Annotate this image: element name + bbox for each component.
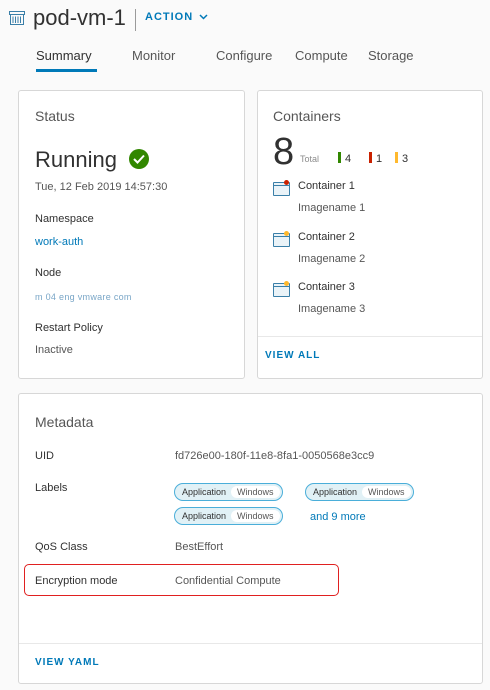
encryption-mode-label: Encryption mode [35, 575, 118, 587]
label-chip[interactable]: Application Windows [305, 483, 414, 501]
container-image: Imagename 3 [298, 303, 366, 315]
uid-label: UID [35, 450, 54, 462]
label-chip-key: Application [182, 511, 227, 521]
namespace-link[interactable]: work-auth [35, 236, 83, 248]
error-bar-icon [369, 152, 372, 163]
tab-monitor[interactable]: Monitor [132, 48, 175, 63]
chevron-down-icon [199, 11, 208, 23]
page-title: pod-vm-1 [33, 5, 126, 30]
label-chip-key: Application [182, 487, 227, 497]
container-icon [273, 180, 290, 196]
error-status-dot [284, 180, 289, 185]
label-chip-value: Windows [362, 486, 411, 498]
label-chip[interactable]: Application Windows [174, 507, 283, 525]
qos-class-value: BestEffort [175, 541, 224, 553]
container-name[interactable]: Container 1 [298, 180, 355, 192]
container-name[interactable]: Container 3 [298, 281, 355, 293]
qos-class-label: QoS Class [35, 541, 88, 553]
label-chip-value: Windows [231, 486, 280, 498]
container-name[interactable]: Container 2 [298, 231, 355, 243]
namespace-label: Namespace [35, 213, 94, 225]
warning-count: 3 [395, 152, 408, 165]
encryption-mode-value: Confidential Compute [175, 575, 281, 587]
containers-card-title: Containers [273, 108, 341, 124]
node-label: Node [35, 267, 62, 279]
containers-total-count: 8 [273, 131, 295, 173]
metadata-card: Metadata UID fd726e00-180f-11e8-8fa1-005… [18, 393, 483, 684]
metadata-card-title: Metadata [35, 414, 94, 430]
error-count: 1 [369, 152, 382, 165]
warning-status-dot [284, 281, 289, 286]
container-icon [273, 231, 290, 247]
warning-status-dot [284, 231, 289, 236]
container-image: Imagename 2 [298, 253, 366, 265]
status-card-title: Status [35, 108, 75, 124]
warning-count-value: 3 [402, 153, 409, 165]
label-chip-key: Application [313, 487, 358, 497]
metadata-footer-divider [19, 643, 482, 644]
restart-policy-value: Inactive [35, 344, 73, 356]
tab-compute[interactable]: Compute [295, 48, 348, 63]
tab-bar: Summary Monitor Configure Compute Storag… [0, 40, 490, 72]
node-link[interactable]: m 04 eng vmware com [35, 292, 132, 302]
tab-storage[interactable]: Storage [368, 48, 414, 63]
view-all-link[interactable]: VIEW ALL [265, 350, 320, 361]
container-image: Imagename 1 [298, 202, 366, 214]
title-divider [135, 9, 136, 31]
uid-value: fd726e00-180f-11e8-8fa1-0050568e3cc9 [175, 450, 375, 462]
container-icon [273, 281, 290, 297]
restart-policy-label: Restart Policy [35, 322, 103, 334]
more-labels-link[interactable]: and 9 more [310, 511, 366, 523]
running-bar-icon [338, 152, 341, 163]
status-state: Running [35, 147, 117, 172]
containers-footer-divider [258, 336, 482, 337]
action-menu-button[interactable]: ACTION [145, 11, 208, 23]
label-chip[interactable]: Application Windows [174, 483, 283, 501]
label-chip-value: Windows [231, 510, 280, 522]
tab-summary[interactable]: Summary [36, 48, 92, 63]
warning-bar-icon [395, 152, 398, 163]
status-timestamp: Tue, 12 Feb 2019 14:57:30 [35, 181, 168, 193]
view-yaml-link[interactable]: VIEW YAML [35, 657, 100, 668]
active-tab-indicator [36, 69, 97, 72]
page-header: pod-vm-1 ACTION [0, 0, 490, 36]
status-card: Status Running Tue, 12 Feb 2019 14:57:30… [18, 90, 245, 379]
error-count-value: 1 [376, 153, 383, 165]
running-count: 4 [338, 152, 351, 165]
labels-label: Labels [35, 482, 68, 494]
check-circle-icon [129, 149, 149, 169]
pod-icon [9, 11, 25, 30]
containers-total-label: Total [300, 154, 320, 164]
running-count-value: 4 [345, 153, 352, 165]
containers-card: Containers 8 Total 4 1 3 Container 1 Ima… [257, 90, 483, 379]
tab-configure[interactable]: Configure [216, 48, 272, 63]
action-label: ACTION [145, 11, 194, 23]
